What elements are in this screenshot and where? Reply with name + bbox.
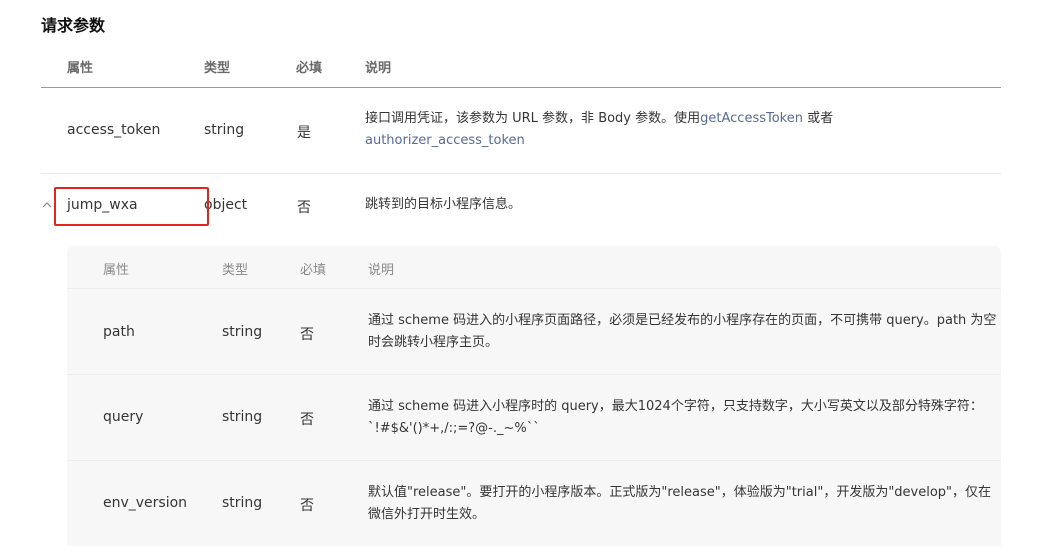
- nested-column-header-attr: 属性: [103, 263, 130, 278]
- param-desc: 跳转到的目标小程序信息。: [365, 197, 522, 212]
- param-required: 否: [300, 498, 314, 514]
- param-name: query: [103, 409, 144, 425]
- param-name: access_token: [67, 122, 161, 138]
- collapse-toggle[interactable]: [42, 197, 52, 211]
- nested-column-header-type: 类型: [222, 263, 249, 278]
- chevron-up-icon: [42, 202, 52, 208]
- param-type: string: [222, 324, 263, 340]
- param-type: string: [204, 122, 245, 138]
- param-required: 否: [297, 200, 311, 216]
- param-name: jump_wxa: [67, 197, 138, 213]
- nested-row-divider: [67, 374, 1001, 375]
- param-desc-text: 接口调用凭证，该参数为 URL 参数，非 Body 参数。使用: [365, 111, 701, 126]
- header-divider: [41, 87, 1001, 88]
- param-required: 否: [300, 412, 314, 428]
- column-header-required: 必填: [296, 61, 323, 76]
- param-desc: 接口调用凭证，该参数为 URL 参数，非 Body 参数。使用getAccess…: [365, 108, 925, 152]
- param-name: env_version: [103, 495, 188, 511]
- param-required: 否: [300, 327, 314, 343]
- authorizer-access-token-link[interactable]: authorizer_access_token: [365, 133, 525, 148]
- column-header-desc: 说明: [365, 61, 392, 76]
- nested-header-divider: [67, 288, 1001, 289]
- param-desc: 通过 scheme 码进入小程序时的 query，最大1024个字符，只支持数字…: [368, 399, 983, 436]
- param-type: string: [222, 495, 263, 511]
- param-desc: 通过 scheme 码进入的小程序页面路径，必须是已经发布的小程序存在的页面，不…: [368, 313, 997, 350]
- section-title: 请求参数: [41, 16, 106, 35]
- param-required: 是: [297, 125, 311, 141]
- param-desc: 默认值"release"。要打开的小程序版本。正式版为"release"，体验版…: [368, 485, 992, 522]
- param-type: object: [204, 197, 248, 213]
- param-desc-or: 或者: [802, 111, 834, 126]
- get-access-token-link[interactable]: getAccessToken: [700, 111, 803, 126]
- param-type: string: [222, 409, 263, 425]
- nested-column-header-required: 必填: [300, 263, 327, 278]
- column-header-type: 类型: [204, 61, 231, 76]
- nested-row-divider: [67, 460, 1001, 461]
- nested-column-header-desc: 说明: [368, 263, 395, 278]
- param-name: path: [103, 324, 135, 340]
- row-divider: [41, 173, 1001, 174]
- column-header-attr: 属性: [67, 61, 94, 76]
